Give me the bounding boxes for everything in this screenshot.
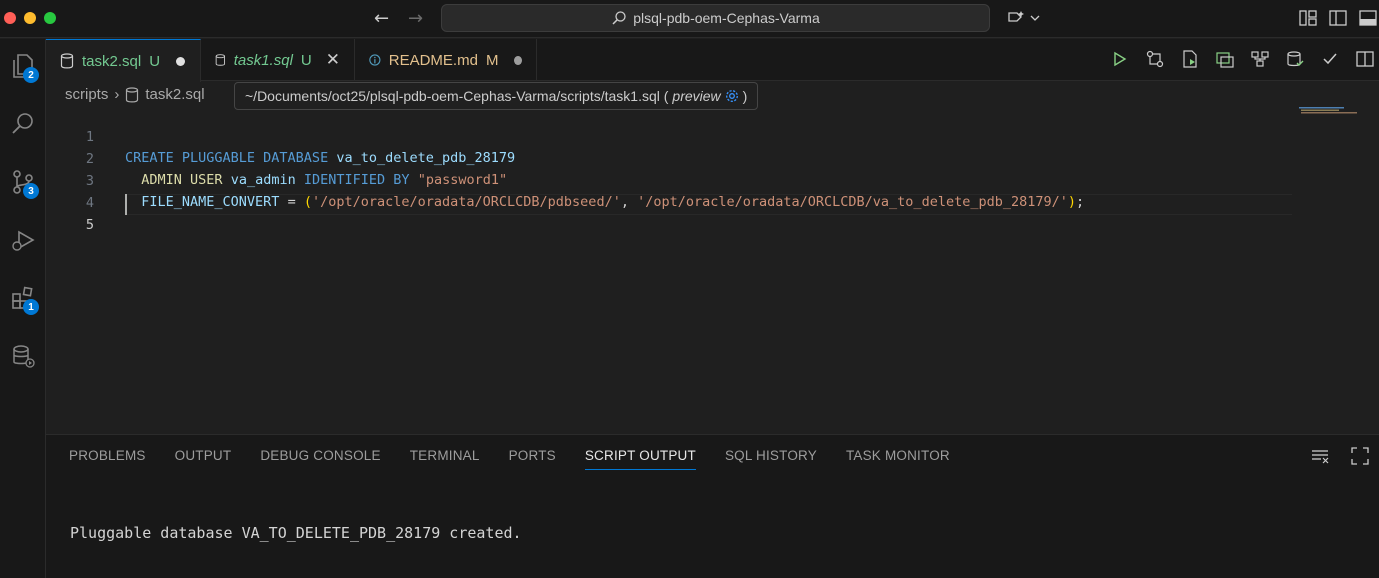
explorer-button[interactable]: 2 — [4, 47, 42, 85]
run-debug-button[interactable] — [4, 221, 42, 259]
extensions-button[interactable]: 1 — [4, 279, 42, 317]
title-bar: ← → plsql-pdb-oem-Cephas-Varma — [0, 0, 1379, 38]
tab-debug-console[interactable]: DEBUG CONSOLE — [260, 448, 380, 470]
tab-task1[interactable]: task1.sql U ✕ — [201, 39, 355, 81]
tab-output[interactable]: OUTPUT — [175, 448, 232, 470]
tab-ports[interactable]: PORTS — [509, 448, 556, 470]
chevron-right-icon: › — [114, 86, 120, 103]
database-file-icon — [126, 86, 139, 102]
breadcrumb-folder[interactable]: scripts — [65, 86, 108, 103]
code-line: 3 FILE_NAME_CONVERT = ('/opt/oracle/orad… — [46, 150, 1296, 210]
tab-status: M — [485, 51, 499, 69]
run-icon[interactable] — [1110, 49, 1130, 69]
code-line: 5 — [46, 194, 1296, 233]
gear-icon[interactable] — [725, 89, 739, 103]
bottom-panel: PROBLEMS OUTPUT DEBUG CONSOLE TERMINAL P… — [46, 434, 1379, 578]
tab-problems[interactable]: PROBLEMS — [69, 448, 146, 470]
explorer-badge: 2 — [23, 67, 39, 83]
close-icon[interactable]: ✕ — [326, 50, 340, 70]
maximize-panel-icon[interactable] — [1351, 447, 1369, 465]
code-editor[interactable]: 1 CREATE PLUGGABLE DATABASE va_to_delete… — [46, 106, 1379, 434]
autotrace-icon[interactable] — [1250, 49, 1270, 69]
run-script-icon[interactable] — [1180, 49, 1200, 69]
compare-icon[interactable] — [1145, 49, 1165, 69]
script-output-text: Pluggable database VA_TO_DELETE_PDB_2817… — [70, 524, 522, 542]
tooltip-preview: preview — [672, 88, 721, 104]
split-editor-icon[interactable] — [1355, 49, 1375, 69]
tab-status: U — [149, 52, 161, 70]
copilot-icon[interactable] — [1006, 8, 1040, 28]
code-line: 2 ADMIN USER va_admin IDENTIFIED BY "pas… — [46, 128, 1296, 188]
activity-bar: 2 3 1 — [0, 39, 46, 578]
minimize-window-button[interactable] — [24, 12, 36, 24]
search-icon — [612, 11, 626, 25]
layout-icon[interactable] — [1298, 8, 1318, 28]
tab-status: U — [300, 51, 312, 69]
database-file-icon — [215, 54, 226, 66]
database-button[interactable] — [4, 337, 42, 375]
source-control-button[interactable]: 3 — [4, 163, 42, 201]
database-icon — [13, 345, 35, 368]
forward-button[interactable]: → — [408, 8, 423, 29]
scm-badge: 3 — [23, 183, 39, 199]
extensions-badge: 1 — [23, 299, 39, 315]
info-icon — [369, 54, 381, 66]
tab-readme[interactable]: README.md M — [355, 39, 537, 81]
unsaved-dot[interactable] — [176, 56, 186, 66]
database-file-icon — [60, 53, 74, 69]
search-button[interactable] — [4, 105, 42, 143]
breadcrumb: scripts › task2.sql — [65, 86, 205, 103]
tab-task2[interactable]: task2.sql U — [46, 39, 201, 82]
toggle-panel-icon[interactable] — [1358, 8, 1378, 28]
command-center-search[interactable]: plsql-pdb-oem-Cephas-Varma — [441, 4, 990, 32]
tab-sql-history[interactable]: SQL HISTORY — [725, 448, 817, 470]
search-icon — [12, 113, 33, 134]
breadcrumb-file[interactable]: task2.sql — [145, 86, 204, 103]
line-number: 5 — [85, 217, 94, 233]
tab-task-monitor[interactable]: TASK MONITOR — [846, 448, 950, 470]
tab-label: README.md — [388, 51, 478, 69]
editor-tabs: task2.sql U task1.sql U ✕ README.md M — [46, 39, 1379, 82]
panel-tabs: PROBLEMS OUTPUT DEBUG CONSOLE TERMINAL P… — [69, 448, 950, 470]
tab-label: task2.sql — [82, 52, 142, 70]
back-button[interactable]: ← — [374, 8, 389, 29]
check-icon[interactable] — [1320, 49, 1340, 69]
panel-actions — [1311, 447, 1369, 465]
code-line: 1 CREATE PLUGGABLE DATABASE va_to_delete… — [46, 106, 1296, 166]
text-caret — [125, 194, 127, 215]
tooltip-path: ~/Documents/oct25/plsql-pdb-oem-Cephas-V… — [245, 88, 669, 104]
unsaved-dot[interactable] — [514, 55, 522, 65]
close-window-button[interactable] — [4, 12, 16, 24]
commit-icon[interactable] — [1285, 49, 1305, 69]
tab-label: task1.sql — [233, 51, 293, 69]
maximize-window-button[interactable] — [44, 12, 56, 24]
minimap[interactable] — [1299, 107, 1359, 115]
debug-icon — [12, 230, 35, 251]
explain-plan-icon[interactable] — [1215, 49, 1235, 69]
editor-actions — [1110, 49, 1379, 69]
window-title: plsql-pdb-oem-Cephas-Varma — [633, 10, 820, 26]
code-line: 4 — [46, 172, 1296, 211]
clear-output-icon[interactable] — [1311, 447, 1329, 465]
tooltip-close-paren: ) — [742, 88, 748, 104]
tab-script-output[interactable]: SCRIPT OUTPUT — [584, 448, 696, 470]
tab-terminal[interactable]: TERMINAL — [410, 448, 480, 470]
toggle-sidebar-icon[interactable] — [1328, 8, 1348, 28]
